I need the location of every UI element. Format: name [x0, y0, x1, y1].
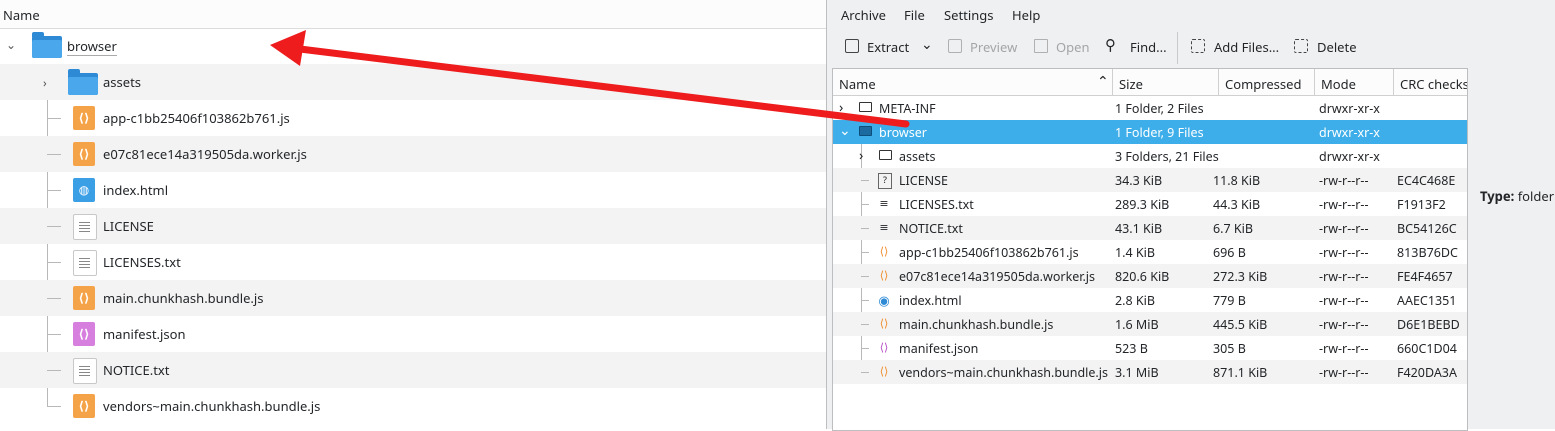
annotation-arrow	[270, 30, 910, 128]
arrow-shaft	[296, 45, 910, 128]
arrow-head	[270, 30, 306, 66]
